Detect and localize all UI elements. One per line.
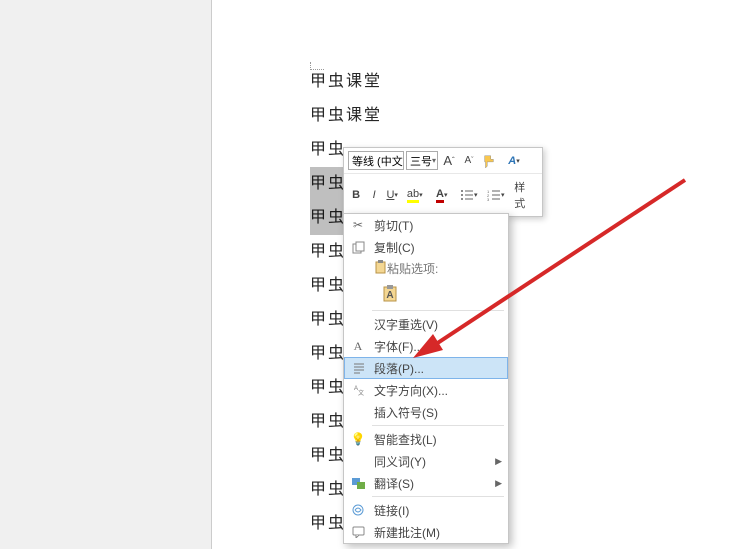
menu-insert-symbol-label: 插入符号(S) bbox=[374, 404, 438, 421]
menu-separator bbox=[372, 425, 504, 426]
bullet-list-button[interactable]: ▾ bbox=[456, 186, 481, 204]
link-icon bbox=[350, 502, 366, 518]
context-menu: ✂ 剪切(T) 复制(C) 粘贴选项: A 汉字重选(V) A 字体(F)...… bbox=[343, 213, 509, 544]
font-color-button[interactable]: A▾ bbox=[500, 152, 528, 170]
font-name-combo[interactable]: 等线 (中文▾ bbox=[348, 151, 404, 170]
menu-cut[interactable]: ✂ 剪切(T) bbox=[344, 214, 508, 236]
clipboard-icon bbox=[374, 260, 387, 277]
menu-smart-lookup[interactable]: 💡 智能查找(L) bbox=[344, 428, 508, 450]
menu-link-label: 链接(I) bbox=[374, 502, 409, 519]
navigation-sidebar bbox=[0, 0, 211, 549]
font-icon: A bbox=[350, 338, 366, 354]
comment-icon bbox=[350, 524, 366, 540]
number-list-button[interactable]: 123▾ bbox=[483, 186, 508, 204]
highlight-button[interactable]: ab▾ bbox=[402, 186, 427, 204]
text-line-selected[interactable]: 甲虫 bbox=[310, 201, 346, 235]
svg-text:文: 文 bbox=[358, 389, 364, 396]
font-size-value: 三号 bbox=[410, 153, 432, 169]
menu-font[interactable]: A 字体(F)... bbox=[344, 335, 508, 357]
menu-font-label: 字体(F)... bbox=[374, 338, 423, 355]
chevron-right-icon: ▶ bbox=[495, 456, 502, 467]
menu-paragraph[interactable]: 段落(P)... bbox=[344, 357, 508, 379]
menu-new-comment-label: 新建批注(M) bbox=[374, 524, 440, 541]
menu-smart-lookup-label: 智能查找(L) bbox=[374, 431, 437, 448]
underline-button[interactable]: U▾ bbox=[384, 186, 400, 204]
text-line-selected[interactable]: 甲虫 bbox=[310, 167, 346, 201]
menu-separator bbox=[372, 310, 504, 311]
menu-insert-symbol[interactable]: 插入符号(S) bbox=[344, 401, 508, 423]
menu-copy-label: 复制(C) bbox=[374, 239, 415, 256]
translate-icon bbox=[350, 475, 366, 491]
menu-synonyms[interactable]: 同义词(Y) ▶ bbox=[344, 450, 508, 472]
menu-link[interactable]: 链接(I) bbox=[344, 499, 508, 521]
copy-icon bbox=[350, 239, 366, 255]
scissors-icon: ✂ bbox=[350, 217, 366, 233]
italic-button[interactable]: I bbox=[366, 186, 382, 204]
font-name-value: 等线 (中文 bbox=[352, 153, 403, 169]
format-painter-button[interactable] bbox=[480, 152, 498, 170]
styles-button[interactable]: 样式 bbox=[510, 177, 538, 213]
grow-font-button[interactable]: Aˆ bbox=[440, 152, 458, 170]
svg-text:3: 3 bbox=[487, 197, 490, 201]
text-line[interactable]: 甲虫课堂 bbox=[310, 99, 751, 133]
paste-keep-text-button[interactable]: A bbox=[378, 280, 404, 306]
menu-copy[interactable]: 复制(C) bbox=[344, 236, 508, 258]
menu-separator bbox=[372, 496, 504, 497]
menu-translate[interactable]: 翻译(S) ▶ bbox=[344, 472, 508, 494]
text-direction-icon: A文 bbox=[350, 382, 366, 398]
paste-options-text: 粘贴选项: bbox=[387, 260, 438, 277]
menu-reselect-label: 汉字重选(V) bbox=[374, 316, 438, 333]
menu-text-direction-label: 文字方向(X)... bbox=[374, 382, 448, 399]
text-line[interactable]: 甲虫课堂 bbox=[310, 65, 751, 99]
mini-toolbar: 等线 (中文▾ 三号▾ Aˆ Aˇ A▾ B I U▾ ab▾ A▾ ▾ 123… bbox=[343, 147, 543, 217]
chevron-right-icon: ▶ bbox=[495, 478, 502, 489]
font-size-combo[interactable]: 三号▾ bbox=[406, 151, 438, 170]
paste-options-label: 粘贴选项: bbox=[344, 258, 508, 278]
text-color-button[interactable]: A▾ bbox=[429, 186, 454, 204]
bold-button[interactable]: B bbox=[348, 186, 364, 204]
menu-cut-label: 剪切(T) bbox=[374, 217, 413, 234]
page-margin-marker bbox=[310, 62, 324, 70]
shrink-font-button[interactable]: Aˇ bbox=[460, 152, 478, 170]
menu-text-direction[interactable]: A文 文字方向(X)... bbox=[344, 379, 508, 401]
svg-text:A: A bbox=[386, 290, 393, 301]
menu-synonyms-label: 同义词(Y) bbox=[374, 453, 426, 470]
menu-paragraph-label: 段落(P)... bbox=[374, 360, 424, 377]
menu-translate-label: 翻译(S) bbox=[374, 475, 414, 492]
menu-new-comment[interactable]: 新建批注(M) bbox=[344, 521, 508, 543]
menu-reselect-hanzi[interactable]: 汉字重选(V) bbox=[344, 313, 508, 335]
lightbulb-icon: 💡 bbox=[350, 431, 366, 447]
paragraph-icon bbox=[351, 360, 367, 376]
